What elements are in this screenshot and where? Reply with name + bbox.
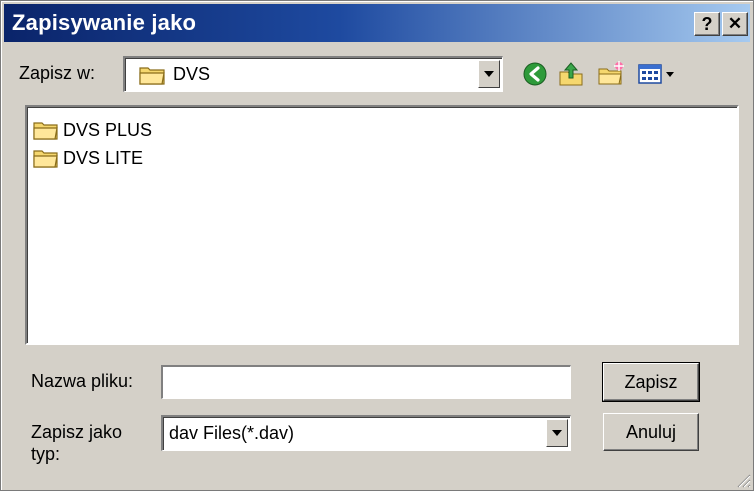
back-icon[interactable] xyxy=(521,60,549,88)
filename-label: Nazwa pliku: xyxy=(31,371,134,391)
file-list[interactable]: DVS PLUS DVS LITE xyxy=(25,105,739,345)
close-icon: ✕ xyxy=(727,14,743,33)
help-icon: ? xyxy=(701,13,713,34)
save-in-dropdown-arrow[interactable] xyxy=(478,60,500,88)
filetype-dropdown[interactable]: dav Files(*.dav) xyxy=(161,415,571,451)
filename-input[interactable] xyxy=(161,365,571,399)
folder-icon xyxy=(33,150,58,168)
filetype-dropdown-arrow[interactable] xyxy=(546,419,568,447)
title-bar[interactable]: Zapisywanie jako ? ✕ xyxy=(4,4,750,42)
chevron-down-icon xyxy=(552,430,562,436)
save-button-label: Zapisz xyxy=(624,371,678,392)
list-item-label: DVS LITE xyxy=(63,147,144,168)
filetype-label-line2: typ: xyxy=(31,444,61,464)
help-button[interactable]: ? xyxy=(694,12,720,36)
chevron-down-icon xyxy=(484,71,494,77)
save-button[interactable]: Zapisz xyxy=(603,363,699,401)
cancel-button-label: Anuluj xyxy=(625,421,677,442)
list-item[interactable]: DVS LITE xyxy=(33,145,143,171)
folder-icon xyxy=(33,122,58,140)
filetype-label: Zapisz jako typ: xyxy=(31,421,122,465)
up-folder-icon[interactable] xyxy=(557,60,585,88)
cancel-button[interactable]: Anuluj xyxy=(603,413,699,451)
save-in-value: DVS xyxy=(173,64,211,84)
close-button[interactable]: ✕ xyxy=(722,12,748,36)
filetype-label-line1: Zapisz jako xyxy=(31,422,123,442)
save-in-dropdown[interactable]: DVS xyxy=(123,56,503,92)
filetype-value: dav Files(*.dav) xyxy=(169,423,295,443)
save-in-label: Zapisz w: xyxy=(19,63,96,83)
list-item-label: DVS PLUS xyxy=(63,119,153,140)
resize-grip-icon[interactable] xyxy=(735,472,751,488)
new-folder-icon[interactable] xyxy=(597,60,625,88)
folder-icon xyxy=(139,67,165,85)
dialog-title: Zapisywanie jako xyxy=(12,10,197,35)
view-menu-icon[interactable] xyxy=(637,60,677,88)
save-as-dialog: Zapisywanie jako ? ✕ Zapisz w: DVS DVS P… xyxy=(0,0,754,491)
list-item[interactable]: DVS PLUS xyxy=(33,117,152,143)
